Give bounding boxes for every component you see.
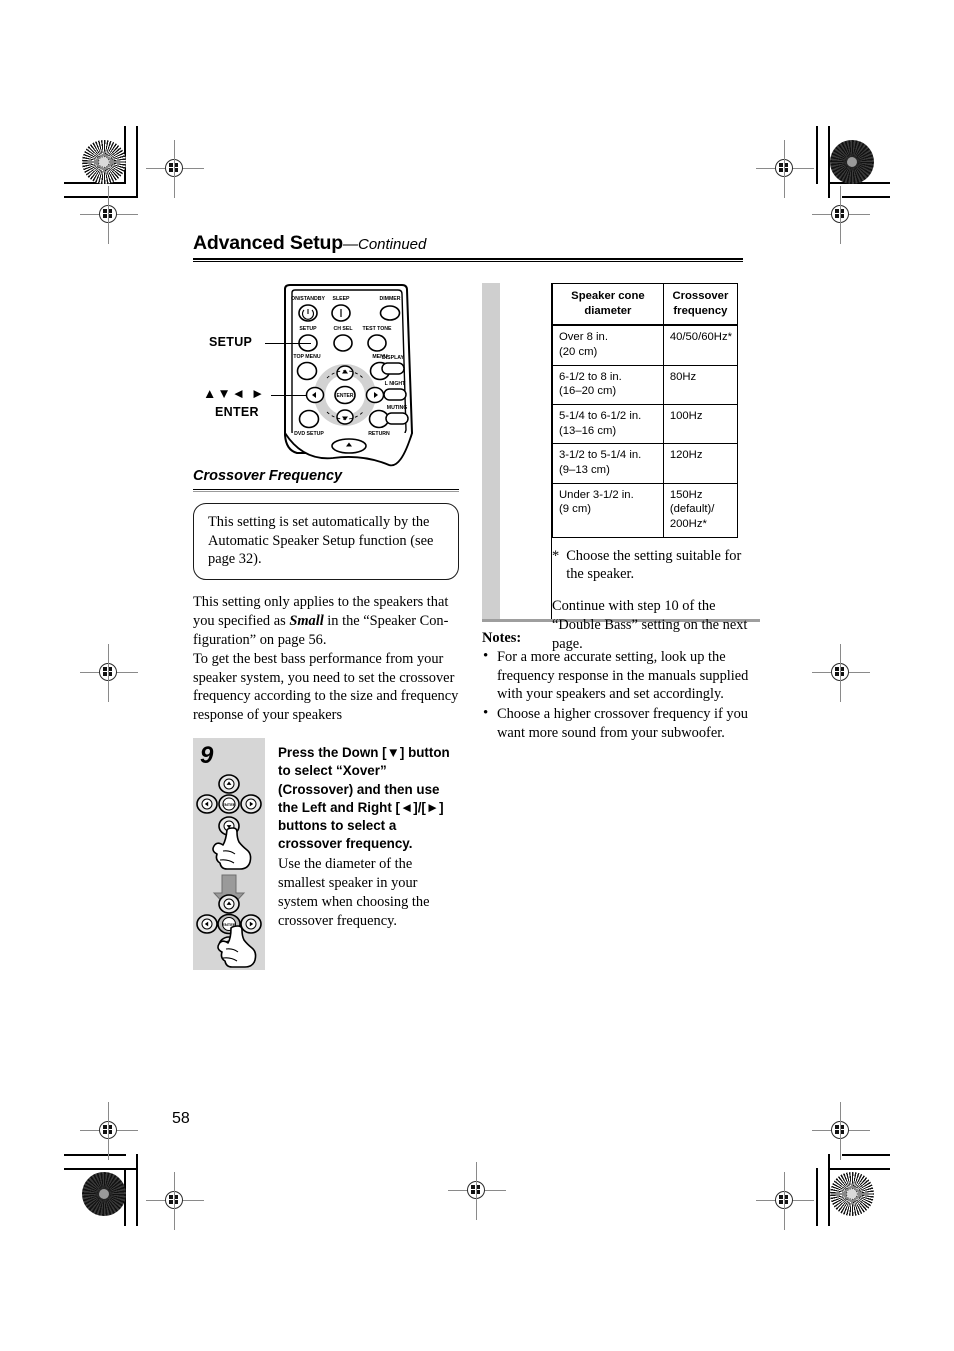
cell-line: 3-1/2 to 5-1/4 in. xyxy=(559,449,642,462)
table-header-row: Speaker cone diameter Crossover frequenc… xyxy=(552,283,739,327)
manual-page: Advanced Setup—Continued SETUP ▲▼◄ ► ENT… xyxy=(0,0,954,1351)
cell-line: (20 cm) xyxy=(559,346,598,359)
callout-setup-label: SETUP xyxy=(209,335,253,349)
cell-frequency: 150Hz (default)/ 200Hz* xyxy=(662,482,739,538)
table-row: 6-1/2 to 8 in. (16–20 cm) 80Hz xyxy=(552,364,739,406)
auto-setup-tip-text: This setting is set automatically by the… xyxy=(208,514,434,568)
svg-text:SLEEP: SLEEP xyxy=(332,296,350,302)
notes-title: Notes: xyxy=(482,630,522,646)
svg-text:RETURN: RETURN xyxy=(368,431,390,437)
step-9-illustration-panel: 9 ENTER ENTER xyxy=(193,738,265,971)
remote-control-illustration: SETUP ▲▼◄ ► ENTER ON/STANDBY SLEEP DIMME… xyxy=(193,283,459,468)
footnote-text: Choose the setting suitable for the spea… xyxy=(566,547,742,583)
step-9-body-text: Use the diameter of the smallest speaker… xyxy=(278,856,430,929)
running-head: Advanced Setup—Continued xyxy=(193,232,743,255)
page-title-continued: —Continued xyxy=(342,236,427,253)
cell-frequency: 100Hz xyxy=(662,404,739,445)
table-head: Speaker cone diameter Crossover frequenc… xyxy=(552,283,739,327)
callout-setup-line xyxy=(265,343,311,345)
table-row: Over 8 in. (20 cm) 40/50/60Hz* xyxy=(552,324,739,366)
intro-paragraph-1: This setting only applies to the speaker… xyxy=(193,593,459,650)
svg-text:MUTING: MUTING xyxy=(387,405,407,411)
cell-diameter: 5-1/4 to 6-1/2 in. (13–16 cm) xyxy=(552,404,664,445)
cell-line: 120Hz xyxy=(669,449,703,462)
table-footnote: * Choose the setting suitable for the sp… xyxy=(552,547,760,584)
svg-text:TEST TONE: TEST TONE xyxy=(362,326,392,332)
svg-text:ENTER: ENTER xyxy=(337,393,354,399)
callout-arrows-label: ▲▼◄ ► xyxy=(203,386,266,401)
cell-frequency: 80Hz xyxy=(662,364,739,406)
cell-line: (9 cm) xyxy=(559,503,592,516)
th-frequency-line2: frequency xyxy=(673,304,728,317)
cell-line: Under 3-1/2 in. xyxy=(559,488,634,501)
step-9-block: 9 ENTER ENTER Press the Down [▼] button … xyxy=(193,738,459,971)
cell-line: Over 8 in. xyxy=(559,331,608,344)
cell-line: 6-1/2 to 8 in. xyxy=(559,370,622,383)
table-row: Under 3-1/2 in. (9 cm) 150Hz (default)/ 20… xyxy=(552,482,739,538)
page-title: Advanced Setup xyxy=(193,232,343,254)
svg-text:CH SEL: CH SEL xyxy=(333,326,353,332)
svg-text:TOP MENU: TOP MENU xyxy=(293,354,320,360)
th-diameter-line2: diameter xyxy=(584,304,632,317)
right-column: Speaker cone diameter Crossover frequenc… xyxy=(482,283,760,653)
notes-section: Notes: For a more accurate setting, look… xyxy=(482,630,757,744)
th-diameter-line1: Speaker cone xyxy=(571,290,645,302)
callout-arrows-line xyxy=(271,395,306,397)
svg-text:L NIGHT: L NIGHT xyxy=(385,381,406,387)
table-row: 3-1/2 to 5-1/4 in. (9–13 cm) 120Hz xyxy=(552,443,739,484)
crossover-frequency-table: Speaker cone diameter Crossover frequenc… xyxy=(552,283,739,538)
page-number: 58 xyxy=(172,1110,190,1127)
step-9-number: 9 xyxy=(200,742,214,770)
header-rule xyxy=(193,258,743,262)
table-header-frequency: Crossover frequency xyxy=(662,283,739,327)
cell-line: 150Hz (default)/ xyxy=(669,488,715,516)
cell-frequency: 40/50/60Hz* xyxy=(662,324,739,366)
cell-line: 40/50/60Hz* xyxy=(669,331,732,344)
cell-diameter: 3-1/2 to 5-1/4 in. (9–13 cm) xyxy=(552,443,664,484)
table-header-diameter: Speaker cone diameter xyxy=(552,283,664,327)
svg-text:SETUP: SETUP xyxy=(299,326,317,332)
table-row: 5-1/4 to 6-1/2 in. (13–16 cm) 100Hz xyxy=(552,404,739,445)
intro-paragraph-2: To get the best bass performance from yo… xyxy=(193,650,459,724)
auto-setup-tip-box: This setting is set automatically by the… xyxy=(193,503,459,581)
cell-frequency: 120Hz xyxy=(662,443,739,484)
cell-line: 5-1/4 to 6-1/2 in. xyxy=(559,410,642,423)
step-9-bold-instruction: Press the Down [▼] button to select “Xov… xyxy=(278,745,450,852)
th-frequency-line1: Crossover xyxy=(672,290,729,302)
svg-text:DIMMER: DIMMER xyxy=(379,296,400,302)
step-9-text: Press the Down [▼] button to select “Xov… xyxy=(265,738,459,970)
left-column: SETUP ▲▼◄ ► ENTER ON/STANDBY SLEEP DIMME… xyxy=(193,283,459,971)
table-body: Over 8 in. (20 cm) 40/50/60Hz* 6-1/2 to 8… xyxy=(552,324,739,538)
notes-list: For a more accurate setting, look up the… xyxy=(482,647,757,743)
cell-line: (13–16 cm) xyxy=(559,424,617,437)
cell-line: (9–13 cm) xyxy=(559,464,610,477)
section-rule xyxy=(193,489,459,492)
svg-text:DVD SETUP: DVD SETUP xyxy=(294,431,324,437)
svg-text:DISPLAY: DISPLAY xyxy=(382,355,405,361)
cell-diameter: Under 3-1/2 in. (9 cm) xyxy=(552,482,664,538)
footnote-marker: * xyxy=(552,547,560,564)
cell-line: 100Hz xyxy=(669,410,703,423)
intro-p1-emphasis: Small xyxy=(289,613,324,630)
section-heading: Crossover Frequency xyxy=(193,468,343,484)
note-item: Choose a higher crossover frequency if y… xyxy=(482,704,757,742)
remote-svg: ON/STANDBY SLEEP DIMMER SETUP CH SEL TES… xyxy=(284,284,414,467)
cell-line: 200Hz* xyxy=(669,518,707,531)
cell-diameter: Over 8 in. (20 cm) xyxy=(552,324,664,366)
cell-line: (16–20 cm) xyxy=(559,385,617,398)
step-9-dpad-sequence-svg: ENTER ENTER xyxy=(196,774,262,968)
cell-line: 80Hz xyxy=(669,370,697,383)
callout-enter-label: ENTER xyxy=(215,405,259,419)
svg-text:ENTER: ENTER xyxy=(222,802,236,807)
svg-text:ON/STANDBY: ON/STANDBY xyxy=(291,296,325,302)
note-item: For a more accurate setting, look up the… xyxy=(482,647,757,704)
cell-diameter: 6-1/2 to 8 in. (16–20 cm) xyxy=(552,364,664,406)
